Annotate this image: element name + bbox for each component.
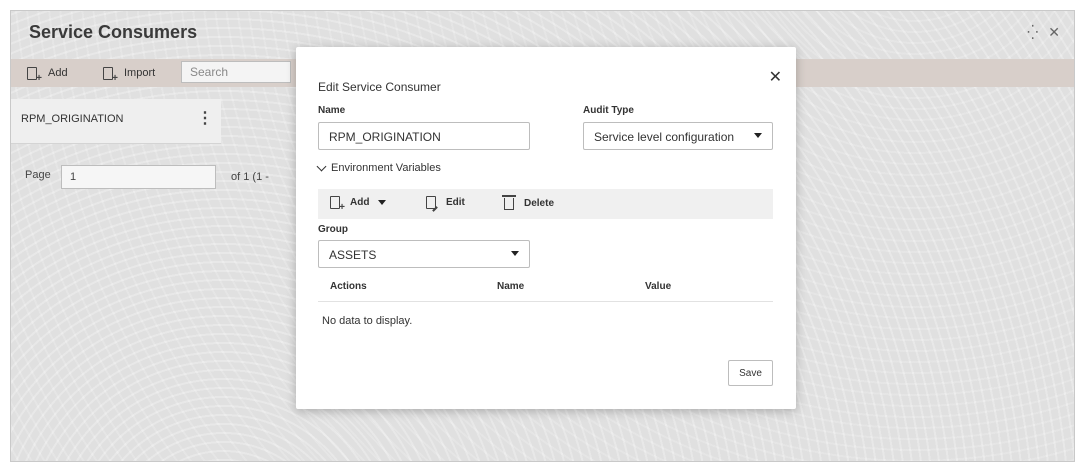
save-button[interactable]: Save xyxy=(728,360,773,386)
audit-type-value: Service level configuration xyxy=(594,130,735,144)
name-label: Name xyxy=(318,105,346,116)
chevron-down-icon xyxy=(378,200,387,205)
list-item-label: RPM_ORIGINATION xyxy=(21,113,124,125)
column-header-actions[interactable]: Actions xyxy=(330,281,367,292)
import-document-icon xyxy=(103,66,118,84)
search-input[interactable]: Search xyxy=(181,61,291,83)
name-field[interactable]: RPM_ORIGINATION xyxy=(318,122,530,150)
edit-service-consumer-dialog: ✕ Edit Service Consumer Name RPM_ORIGINA… xyxy=(296,47,796,409)
env-delete-button[interactable]: Delete xyxy=(502,195,555,210)
page-title: Service Consumers xyxy=(29,22,198,42)
import-button-label: Import xyxy=(124,67,156,79)
environment-variables-label: Environment Variables xyxy=(331,162,441,174)
dialog-title: Edit Service Consumer xyxy=(318,80,441,94)
page-count-text: of 1 (1 - xyxy=(231,171,269,183)
environment-variables-toggle[interactable]: Environment Variables xyxy=(316,161,441,174)
edit-document-icon xyxy=(426,196,436,209)
env-edit-button[interactable]: Edit xyxy=(426,196,465,209)
new-document-icon xyxy=(330,196,345,213)
audit-type-label: Audit Type xyxy=(583,105,634,116)
group-select[interactable]: ASSETS xyxy=(318,240,530,268)
list-item[interactable]: RPM_ORIGINATION ⋮ xyxy=(11,99,221,144)
group-value: ASSETS xyxy=(329,248,377,262)
kebab-menu-icon[interactable]: ⋮ xyxy=(197,108,213,128)
page-number-input[interactable]: 1 xyxy=(61,165,216,189)
env-add-button[interactable]: Add xyxy=(330,196,387,213)
collapse-icon[interactable]: ⁛ xyxy=(1027,24,1038,40)
column-header-value[interactable]: Value xyxy=(645,281,671,292)
add-button[interactable]: Add xyxy=(27,62,68,84)
dialog-close-icon[interactable]: ✕ xyxy=(769,67,782,87)
empty-table-message: No data to display. xyxy=(322,315,413,327)
import-button[interactable]: Import xyxy=(103,62,155,84)
env-edit-label: Edit xyxy=(446,197,465,208)
env-add-label: Add xyxy=(350,197,370,208)
table-divider xyxy=(318,301,773,302)
chevron-down-icon xyxy=(754,133,762,138)
new-document-icon xyxy=(27,66,42,84)
window-controls: ⁛ ✕ xyxy=(1027,24,1060,40)
env-delete-label: Delete xyxy=(524,197,555,209)
add-button-label: Add xyxy=(48,67,68,79)
close-icon[interactable]: ✕ xyxy=(1048,24,1060,40)
column-header-name[interactable]: Name xyxy=(497,281,524,292)
environment-toolbar: Add Edit Delete xyxy=(318,189,773,219)
audit-type-select[interactable]: Service level configuration xyxy=(583,122,773,150)
page-label: Page xyxy=(25,169,51,181)
trash-icon xyxy=(502,195,516,210)
chevron-down-icon xyxy=(511,251,519,256)
group-label: Group xyxy=(318,224,348,235)
chevron-down-icon xyxy=(316,161,327,172)
